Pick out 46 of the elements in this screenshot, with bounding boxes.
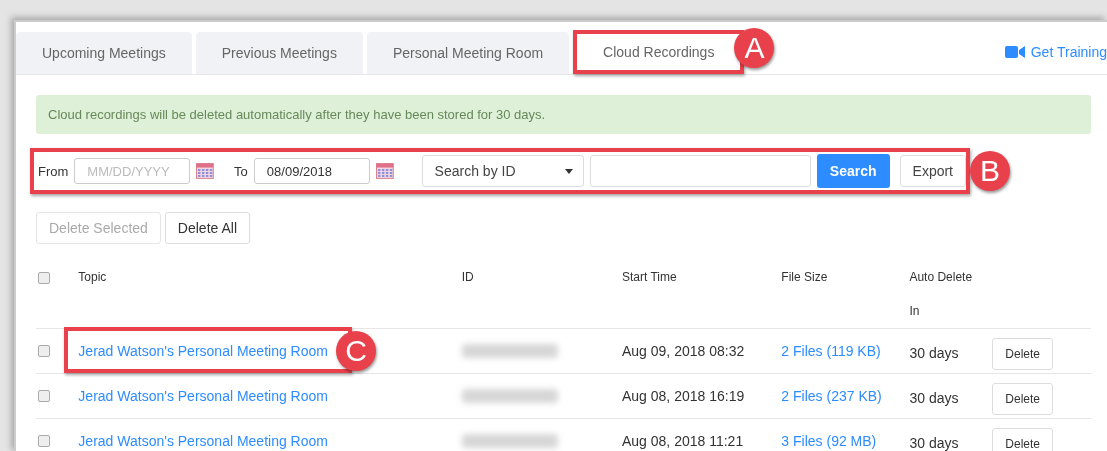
callout-badge: B (970, 151, 1010, 191)
topic-link[interactable]: Jerad Watson's Personal Meeting Room (78, 343, 328, 359)
column-header: Topic (78, 270, 107, 284)
file-size-link[interactable]: 2 Files (119 KB) (781, 343, 881, 359)
row-checkbox[interactable] (38, 390, 50, 402)
file-size-link[interactable]: 3 Files (92 MB) (781, 433, 877, 449)
tab[interactable]: Personal Meeting Room (366, 32, 570, 74)
callout-badge: A (734, 28, 775, 68)
delete-button[interactable]: Delete (992, 383, 1054, 415)
to-label: To (234, 163, 248, 179)
row-checkbox[interactable] (38, 345, 50, 357)
calendar-icon[interactable] (375, 163, 394, 179)
callout-badge: C (335, 331, 376, 371)
from-label: From (38, 163, 69, 179)
topic-link[interactable]: Jerad Watson's Personal Meeting Room (78, 433, 328, 449)
tab[interactable]: Cloud Recordings (577, 34, 723, 70)
export-button[interactable]: Export (899, 155, 966, 187)
column-header: File Size (781, 270, 828, 284)
from-date-field[interactable]: MM/DD/YYYY (74, 158, 191, 184)
auto-delete-days: 30 days (909, 435, 959, 451)
start-time: Aug 09, 2018 08:32 (622, 343, 745, 359)
select-all-checkbox[interactable] (38, 272, 50, 284)
search-field[interactable] (589, 155, 811, 187)
column-header: Start Time (622, 270, 677, 284)
delete-button[interactable]: Delete (992, 338, 1054, 370)
info-notice: Cloud recordings will be deleted automatically after they have been stored for 30 days. (36, 95, 1091, 134)
row-checkbox[interactable] (38, 435, 50, 447)
delete-button[interactable]: Delete (992, 428, 1054, 451)
start-time: Aug 08, 2018 11:21 (622, 433, 744, 449)
topic-link[interactable]: Jerad Watson's Personal Meeting Room (78, 388, 328, 404)
file-size-link[interactable]: 2 Files (237 KB) (781, 388, 882, 404)
tab[interactable]: Previous Meetings (195, 32, 363, 74)
search-button[interactable]: Search (816, 154, 890, 188)
start-time: Aug 08, 2018 16:19 (622, 388, 745, 404)
search-by-dropdown[interactable]: Search by ID (421, 155, 584, 187)
auto-delete-days: 30 days (909, 345, 959, 361)
column-header: ID (461, 270, 474, 284)
caret-icon (564, 168, 573, 174)
video-camera-icon (1004, 46, 1025, 58)
bulk-delete-button[interactable]: Delete All (164, 212, 250, 244)
training-link[interactable]: Get Training (1004, 44, 1107, 60)
tab[interactable]: Upcoming Meetings (16, 32, 192, 74)
auto-delete-days: 30 days (909, 390, 959, 406)
column-header: Auto Delete In (909, 269, 974, 320)
to-date-field[interactable]: 08/09/2018 (253, 158, 370, 184)
calendar-icon[interactable] (196, 163, 215, 179)
